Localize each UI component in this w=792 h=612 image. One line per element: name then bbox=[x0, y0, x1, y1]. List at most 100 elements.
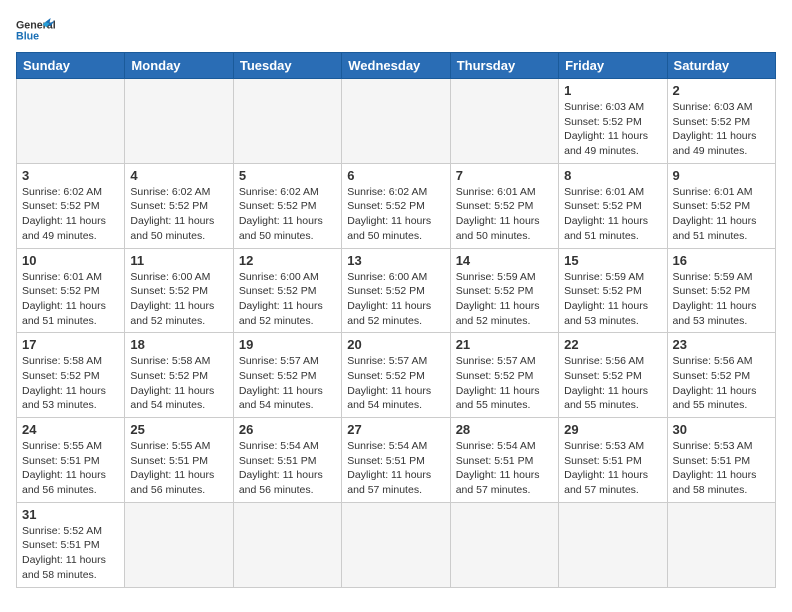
day-number: 2 bbox=[673, 83, 770, 98]
day-info: Sunrise: 5:59 AMSunset: 5:52 PMDaylight:… bbox=[456, 270, 553, 329]
calendar-cell: 13 Sunrise: 6:00 AMSunset: 5:52 PMDayligh… bbox=[342, 248, 450, 333]
day-info: Sunrise: 6:03 AMSunset: 5:52 PMDaylight:… bbox=[673, 100, 770, 159]
calendar-cell: 24 Sunrise: 5:55 AMSunset: 5:51 PMDayligh… bbox=[17, 418, 125, 503]
calendar-cell: 8 Sunrise: 6:01 AMSunset: 5:52 PMDaylight… bbox=[559, 163, 667, 248]
day-number: 25 bbox=[130, 422, 227, 437]
calendar-cell bbox=[667, 502, 775, 587]
calendar-cell: 30 Sunrise: 5:53 AMSunset: 5:51 PMDayligh… bbox=[667, 418, 775, 503]
calendar-cell: 4 Sunrise: 6:02 AMSunset: 5:52 PMDaylight… bbox=[125, 163, 233, 248]
calendar-cell bbox=[450, 502, 558, 587]
day-info: Sunrise: 6:01 AMSunset: 5:52 PMDaylight:… bbox=[564, 185, 661, 244]
calendar-week-row: 10Sunrise: 6:01 AMSunset: 5:52 PMDayligh… bbox=[17, 248, 776, 333]
day-number: 30 bbox=[673, 422, 770, 437]
calendar-cell: 23 Sunrise: 5:56 AMSunset: 5:52 PMDayligh… bbox=[667, 333, 775, 418]
calendar-cell: 14 Sunrise: 5:59 AMSunset: 5:52 PMDayligh… bbox=[450, 248, 558, 333]
page-header: General Blue bbox=[16, 16, 776, 44]
day-number: 13 bbox=[347, 253, 444, 268]
calendar-header-row: SundayMondayTuesdayWednesdayThursdayFrid… bbox=[17, 53, 776, 79]
calendar-cell: 1Sunrise: 6:03 AMSunset: 5:52 PMDaylight… bbox=[559, 79, 667, 164]
day-number: 21 bbox=[456, 337, 553, 352]
day-header-thursday: Thursday bbox=[450, 53, 558, 79]
logo: General Blue bbox=[16, 16, 56, 44]
calendar-cell bbox=[233, 79, 341, 164]
day-info: Sunrise: 5:59 AMSunset: 5:52 PMDaylight:… bbox=[673, 270, 770, 329]
calendar-cell bbox=[450, 79, 558, 164]
calendar-cell: 3Sunrise: 6:02 AMSunset: 5:52 PMDaylight… bbox=[17, 163, 125, 248]
day-number: 28 bbox=[456, 422, 553, 437]
day-info: Sunrise: 5:54 AMSunset: 5:51 PMDaylight:… bbox=[239, 439, 336, 498]
calendar-cell: 19Sunrise: 5:57 AMSunset: 5:52 PMDayligh… bbox=[233, 333, 341, 418]
calendar-cell: 2 Sunrise: 6:03 AMSunset: 5:52 PMDaylight… bbox=[667, 79, 775, 164]
calendar-cell bbox=[125, 502, 233, 587]
day-number: 23 bbox=[673, 337, 770, 352]
calendar-cell bbox=[342, 502, 450, 587]
day-info: Sunrise: 5:55 AMSunset: 5:51 PMDaylight:… bbox=[22, 439, 119, 498]
calendar-cell bbox=[559, 502, 667, 587]
day-header-sunday: Sunday bbox=[17, 53, 125, 79]
day-number: 24 bbox=[22, 422, 119, 437]
calendar-cell: 6 Sunrise: 6:02 AMSunset: 5:52 PMDaylight… bbox=[342, 163, 450, 248]
calendar-table: SundayMondayTuesdayWednesdayThursdayFrid… bbox=[16, 52, 776, 588]
day-number: 4 bbox=[130, 168, 227, 183]
day-header-tuesday: Tuesday bbox=[233, 53, 341, 79]
calendar-cell: 31 Sunrise: 5:52 AMSunset: 5:51 PMDayligh… bbox=[17, 502, 125, 587]
day-number: 9 bbox=[673, 168, 770, 183]
calendar-cell: 11Sunrise: 6:00 AMSunset: 5:52 PMDayligh… bbox=[125, 248, 233, 333]
day-number: 17 bbox=[22, 337, 119, 352]
calendar-cell: 26Sunrise: 5:54 AMSunset: 5:51 PMDayligh… bbox=[233, 418, 341, 503]
day-number: 7 bbox=[456, 168, 553, 183]
day-number: 10 bbox=[22, 253, 119, 268]
calendar-cell: 28Sunrise: 5:54 AMSunset: 5:51 PMDayligh… bbox=[450, 418, 558, 503]
calendar-week-row: 24 Sunrise: 5:55 AMSunset: 5:51 PMDayligh… bbox=[17, 418, 776, 503]
logo-icon: General Blue bbox=[16, 16, 56, 44]
day-info: Sunrise: 6:01 AMSunset: 5:52 PMDaylight:… bbox=[673, 185, 770, 244]
calendar-cell: 29Sunrise: 5:53 AMSunset: 5:51 PMDayligh… bbox=[559, 418, 667, 503]
day-number: 14 bbox=[456, 253, 553, 268]
calendar-cell: 12Sunrise: 6:00 AMSunset: 5:52 PMDayligh… bbox=[233, 248, 341, 333]
day-info: Sunrise: 5:55 AMSunset: 5:51 PMDaylight:… bbox=[130, 439, 227, 498]
day-info: Sunrise: 5:59 AMSunset: 5:52 PMDaylight:… bbox=[564, 270, 661, 329]
calendar-cell: 7Sunrise: 6:01 AMSunset: 5:52 PMDaylight… bbox=[450, 163, 558, 248]
day-info: Sunrise: 6:00 AMSunset: 5:52 PMDaylight:… bbox=[347, 270, 444, 329]
day-number: 22 bbox=[564, 337, 661, 352]
calendar-cell: 20Sunrise: 5:57 AMSunset: 5:52 PMDayligh… bbox=[342, 333, 450, 418]
day-info: Sunrise: 5:54 AMSunset: 5:51 PMDaylight:… bbox=[347, 439, 444, 498]
day-info: Sunrise: 5:52 AMSunset: 5:51 PMDaylight:… bbox=[22, 524, 119, 583]
calendar-cell: 22 Sunrise: 5:56 AMSunset: 5:52 PMDayligh… bbox=[559, 333, 667, 418]
day-number: 8 bbox=[564, 168, 661, 183]
day-info: Sunrise: 5:53 AMSunset: 5:51 PMDaylight:… bbox=[564, 439, 661, 498]
calendar-cell bbox=[17, 79, 125, 164]
day-info: Sunrise: 6:03 AMSunset: 5:52 PMDaylight:… bbox=[564, 100, 661, 159]
day-info: Sunrise: 5:57 AMSunset: 5:52 PMDaylight:… bbox=[456, 354, 553, 413]
calendar-week-row: 31 Sunrise: 5:52 AMSunset: 5:51 PMDayligh… bbox=[17, 502, 776, 587]
day-info: Sunrise: 6:02 AMSunset: 5:52 PMDaylight:… bbox=[130, 185, 227, 244]
day-number: 6 bbox=[347, 168, 444, 183]
day-number: 31 bbox=[22, 507, 119, 522]
day-header-saturday: Saturday bbox=[667, 53, 775, 79]
day-info: Sunrise: 5:56 AMSunset: 5:52 PMDaylight:… bbox=[564, 354, 661, 413]
calendar-cell: 5Sunrise: 6:02 AMSunset: 5:52 PMDaylight… bbox=[233, 163, 341, 248]
calendar-cell: 25 Sunrise: 5:55 AMSunset: 5:51 PMDayligh… bbox=[125, 418, 233, 503]
day-info: Sunrise: 5:53 AMSunset: 5:51 PMDaylight:… bbox=[673, 439, 770, 498]
day-number: 27 bbox=[347, 422, 444, 437]
day-info: Sunrise: 5:56 AMSunset: 5:52 PMDaylight:… bbox=[673, 354, 770, 413]
calendar-cell: 21 Sunrise: 5:57 AMSunset: 5:52 PMDayligh… bbox=[450, 333, 558, 418]
day-header-monday: Monday bbox=[125, 53, 233, 79]
calendar-cell: 27 Sunrise: 5:54 AMSunset: 5:51 PMDayligh… bbox=[342, 418, 450, 503]
calendar-week-row: 17 Sunrise: 5:58 AMSunset: 5:52 PMDayligh… bbox=[17, 333, 776, 418]
day-number: 20 bbox=[347, 337, 444, 352]
day-info: Sunrise: 6:02 AMSunset: 5:52 PMDaylight:… bbox=[347, 185, 444, 244]
day-number: 12 bbox=[239, 253, 336, 268]
svg-text:Blue: Blue bbox=[16, 30, 39, 42]
day-info: Sunrise: 5:58 AMSunset: 5:52 PMDaylight:… bbox=[22, 354, 119, 413]
day-number: 3 bbox=[22, 168, 119, 183]
calendar-cell bbox=[125, 79, 233, 164]
calendar-cell bbox=[233, 502, 341, 587]
calendar-cell: 18Sunrise: 5:58 AMSunset: 5:52 PMDayligh… bbox=[125, 333, 233, 418]
calendar-cell: 15 Sunrise: 5:59 AMSunset: 5:52 PMDayligh… bbox=[559, 248, 667, 333]
day-number: 15 bbox=[564, 253, 661, 268]
day-info: Sunrise: 6:02 AMSunset: 5:52 PMDaylight:… bbox=[239, 185, 336, 244]
calendar-cell: 10Sunrise: 6:01 AMSunset: 5:52 PMDayligh… bbox=[17, 248, 125, 333]
day-info: Sunrise: 5:58 AMSunset: 5:52 PMDaylight:… bbox=[130, 354, 227, 413]
day-info: Sunrise: 5:57 AMSunset: 5:52 PMDaylight:… bbox=[239, 354, 336, 413]
